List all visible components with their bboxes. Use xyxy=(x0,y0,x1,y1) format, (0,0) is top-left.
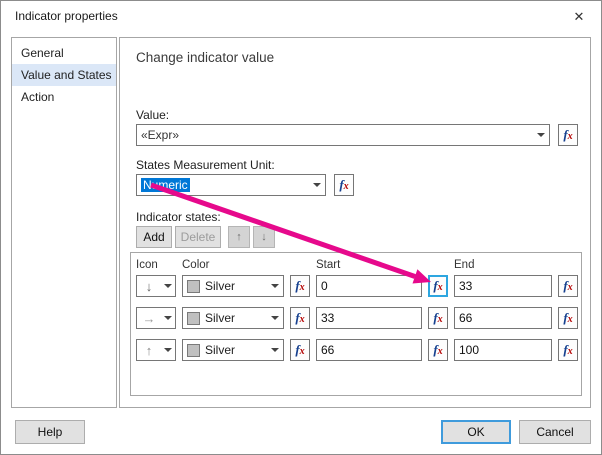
value-combobox[interactable]: «Expr» xyxy=(136,124,550,146)
end-fx-button[interactable]: fx xyxy=(558,275,578,297)
icon-combobox[interactable]: → xyxy=(136,307,176,329)
move-down-icon[interactable]: ↓ xyxy=(253,226,275,248)
color-fx-button[interactable]: fx xyxy=(290,339,310,361)
unit-combobox[interactable]: Numeric xyxy=(136,174,326,196)
start-fx-button[interactable]: fx xyxy=(428,275,448,297)
color-swatch xyxy=(187,311,200,325)
sidebar-item-general[interactable]: General xyxy=(12,42,116,64)
down-arrow-icon: ↓ xyxy=(145,278,153,294)
indicator-state-row: → Silver fx fx fx xyxy=(136,307,578,329)
color-fx-button[interactable]: fx xyxy=(290,307,310,329)
add-state-button[interactable]: Add xyxy=(136,226,172,248)
fx-x-glyph: x xyxy=(567,346,573,357)
start-fx-button[interactable]: fx xyxy=(428,339,448,361)
icon-combobox[interactable]: ↑ xyxy=(136,339,176,361)
move-up-icon[interactable]: ↑ xyxy=(228,226,250,248)
sidebar-item-value-and-states[interactable]: Value and States xyxy=(12,64,116,86)
icon-combobox[interactable]: ↓ xyxy=(136,275,176,297)
sidebar: General Value and States Action xyxy=(11,37,117,408)
close-icon[interactable]: ✕ xyxy=(569,7,589,27)
title-bar: Indicator properties ✕ xyxy=(1,1,601,31)
end-input[interactable] xyxy=(454,307,552,329)
chevron-down-icon[interactable] xyxy=(313,183,321,187)
chevron-down-icon[interactable] xyxy=(164,284,172,288)
column-header-end: End xyxy=(454,259,475,271)
indicator-properties-dialog: Indicator properties ✕ General Value and… xyxy=(0,0,602,455)
fx-x-glyph: x xyxy=(567,314,573,325)
value-fx-button[interactable]: fx xyxy=(558,124,578,146)
color-name: Silver xyxy=(205,343,236,357)
table-header-row: Icon Color Start End xyxy=(136,257,576,273)
color-combobox[interactable]: Silver xyxy=(182,307,284,329)
fx-x-glyph: x xyxy=(299,314,305,325)
cancel-button[interactable]: Cancel xyxy=(519,420,591,444)
end-input[interactable] xyxy=(454,275,552,297)
chevron-down-icon[interactable] xyxy=(164,316,172,320)
page-title: Change indicator value xyxy=(136,50,275,65)
fx-x-glyph: x xyxy=(567,131,573,142)
color-name: Silver xyxy=(205,311,236,325)
column-header-icon: Icon xyxy=(136,259,158,271)
fx-x-glyph: x xyxy=(567,282,573,293)
fx-x-glyph: x xyxy=(437,346,443,357)
indicator-states-table: Icon Color Start End ↓ Silver fx 0 f x 3… xyxy=(130,252,582,396)
main-panel: Change indicator value Value: «Expr» fx … xyxy=(119,37,591,408)
up-arrow-icon: ↑ xyxy=(145,342,153,358)
help-button[interactable]: Help xyxy=(15,420,85,444)
color-name: Silver xyxy=(205,279,236,293)
chevron-down-icon[interactable] xyxy=(271,316,279,320)
unit-fx-button[interactable]: fx xyxy=(334,174,354,196)
value-label: Value: xyxy=(136,108,170,122)
indicator-state-row: ↓ Silver fx fx fx xyxy=(136,275,578,297)
chevron-down-icon[interactable] xyxy=(271,348,279,352)
color-combobox[interactable]: Silver xyxy=(182,275,284,297)
chevron-down-icon[interactable] xyxy=(271,284,279,288)
states-toolbar: Add Delete ↑ ↓ xyxy=(136,226,278,248)
fx-x-glyph: x xyxy=(299,282,305,293)
color-swatch xyxy=(187,343,200,357)
color-swatch xyxy=(187,279,200,293)
end-input[interactable] xyxy=(454,339,552,361)
unit-selected-text: Numeric xyxy=(141,178,190,192)
end-fx-button[interactable]: fx xyxy=(558,307,578,329)
chevron-down-icon[interactable] xyxy=(537,133,545,137)
fx-x-glyph: x xyxy=(343,181,349,192)
end-fx-button[interactable]: fx xyxy=(558,339,578,361)
ok-button[interactable]: OK xyxy=(441,420,511,444)
start-input[interactable] xyxy=(316,275,422,297)
column-header-color: Color xyxy=(182,259,210,271)
dialog-title: Indicator properties xyxy=(15,9,118,23)
start-input[interactable] xyxy=(316,339,422,361)
fx-x-glyph: x xyxy=(299,346,305,357)
color-combobox[interactable]: Silver xyxy=(182,339,284,361)
fx-x-glyph: x xyxy=(437,314,443,325)
column-header-start: Start xyxy=(316,259,341,271)
start-input[interactable] xyxy=(316,307,422,329)
value-text: «Expr» xyxy=(141,128,180,142)
delete-state-button[interactable]: Delete xyxy=(175,226,221,248)
fx-x-glyph: x xyxy=(437,282,443,293)
start-fx-button[interactable]: fx xyxy=(428,307,448,329)
sidebar-item-action[interactable]: Action xyxy=(12,86,116,108)
color-fx-button[interactable]: fx xyxy=(290,275,310,297)
unit-label: States Measurement Unit: xyxy=(136,158,275,172)
indicator-states-label: Indicator states: xyxy=(136,210,221,224)
chevron-down-icon[interactable] xyxy=(164,348,172,352)
indicator-state-row: ↑ Silver fx fx fx xyxy=(136,339,578,361)
right-arrow-icon: → xyxy=(142,310,156,326)
